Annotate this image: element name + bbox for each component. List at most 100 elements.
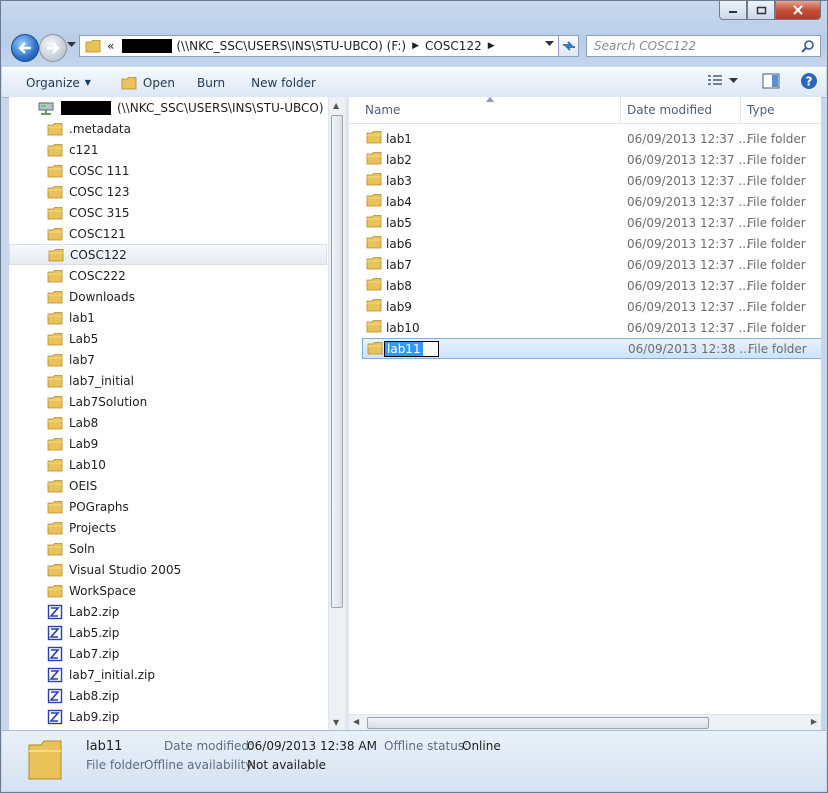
details-date-label: Date modified: — [164, 739, 254, 753]
recent-pages-dropdown-icon[interactable] — [67, 42, 76, 48]
view-options-dropdown-icon[interactable] — [729, 78, 738, 84]
tree-drive[interactable]: (\\NKC_SSC\USERS\INS\STU-UBCO) (F:) — [37, 97, 345, 118]
minimize-button[interactable] — [719, 1, 747, 20]
maximize-button[interactable] — [747, 1, 775, 20]
tree-item[interactable]: Visual Studio 2005 — [9, 559, 327, 580]
tree-item[interactable]: lab7_initial — [9, 370, 327, 391]
scroll-left-icon[interactable]: ◀ — [353, 717, 359, 726]
tree-item[interactable]: COSC222 — [9, 265, 327, 286]
column-date-modified[interactable]: Date modified — [621, 97, 741, 123]
file-row[interactable]: lab5 06/09/2013 12:37 ... File folder — [362, 212, 821, 233]
breadcrumb-drive[interactable]: (\\NKC_SSC\USERS\INS\STU-UBCO) (F:) — [176, 39, 406, 53]
folder-icon — [47, 395, 63, 409]
caption-buttons — [719, 1, 821, 21]
tree-item[interactable]: POGraphs — [9, 496, 327, 517]
refresh-button[interactable] — [559, 35, 579, 57]
tree-item[interactable]: OEIS — [9, 475, 327, 496]
breadcrumb-arrow-icon[interactable]: ▶ — [488, 41, 495, 51]
tree-item[interactable]: Lab7.zip — [9, 643, 327, 664]
details-kind: File folder — [86, 758, 145, 772]
tree-item[interactable]: .metadata — [9, 118, 327, 139]
file-row[interactable]: lab2 06/09/2013 12:37 ... File folder — [362, 149, 821, 170]
file-row[interactable]: lab4 06/09/2013 12:37 ... File folder — [362, 191, 821, 212]
scroll-down-icon[interactable]: ▼ — [333, 718, 339, 727]
view-details-icon[interactable] — [707, 74, 723, 88]
search-icon[interactable] — [801, 39, 815, 53]
new-folder-button[interactable]: New folder — [233, 68, 324, 97]
navpane-scrollbar[interactable]: ▲ ▼ — [328, 97, 345, 731]
open-button[interactable]: Open — [99, 68, 183, 97]
folder-icon — [47, 332, 63, 346]
file-row[interactable]: lab8 06/09/2013 12:37 ... File folder — [362, 275, 821, 296]
close-button[interactable] — [775, 1, 821, 20]
filelist-horizontal-scrollbar[interactable]: ◀ ▶ — [349, 714, 821, 731]
tree-item[interactable]: Soln — [9, 538, 327, 559]
tree-item-label: .metadata — [69, 121, 131, 136]
maximize-icon — [756, 6, 766, 14]
file-date-modified: 06/09/2013 12:37 ... — [627, 257, 750, 272]
tree-item[interactable]: Lab9.zip — [9, 706, 327, 727]
scrollbar-thumb[interactable] — [331, 115, 343, 608]
scroll-right-icon[interactable]: ▶ — [811, 717, 817, 726]
file-row[interactable]: lab9 06/09/2013 12:37 ... File folder — [362, 296, 821, 317]
forward-button[interactable] — [39, 34, 67, 62]
preview-pane-icon[interactable] — [762, 73, 780, 89]
breadcrumb-arrow-icon[interactable]: ▶ — [412, 41, 419, 51]
minimize-icon — [729, 11, 737, 13]
file-row[interactable]: lab7 06/09/2013 12:37 ... File folder — [362, 254, 821, 275]
rename-input[interactable]: lab11 — [384, 341, 439, 357]
tree-item[interactable]: COSC 111 — [9, 160, 327, 181]
scrollbar-thumb[interactable] — [367, 717, 709, 729]
address-bar[interactable]: « (\\NKC_SSC\USERS\INS\STU-UBCO) (F:) ▶ … — [79, 35, 559, 57]
file-name: lab4 — [386, 194, 412, 209]
file-date-modified: 06/09/2013 12:37 ... — [627, 152, 750, 167]
file-row[interactable]: lab11 06/09/2013 12:38 ... File folder — [362, 338, 821, 359]
tree-item[interactable]: COSC 123 — [9, 181, 327, 202]
breadcrumb-overflow[interactable]: « — [107, 39, 114, 53]
folder-icon — [366, 214, 382, 231]
back-button[interactable] — [11, 34, 39, 62]
tree-item[interactable]: Lab8.zip — [9, 685, 327, 706]
folder-icon — [366, 319, 382, 336]
tree-item[interactable]: Lab9 — [9, 433, 327, 454]
tree-item[interactable]: Lab7Solution — [9, 391, 327, 412]
tree-item[interactable]: COSC121 — [9, 223, 327, 244]
file-type: File folder — [747, 236, 806, 251]
tree-item[interactable]: lab7_initial.zip — [9, 664, 327, 685]
tree-item[interactable]: Projects — [9, 517, 327, 538]
search-input[interactable]: Search COSC122 — [594, 39, 801, 53]
tree-item[interactable]: Lab2.zip — [9, 601, 327, 622]
folder-icon — [366, 172, 382, 189]
tree-item[interactable]: Lab5 — [9, 328, 327, 349]
tree-item-label: Lab9 — [69, 436, 99, 451]
help-icon[interactable]: ? — [800, 72, 818, 90]
tree-item[interactable]: WorkSpace — [9, 580, 327, 601]
tree-item[interactable]: Lab10 — [9, 454, 327, 475]
tree-item[interactable]: COSC 315 — [9, 202, 327, 223]
burn-button[interactable]: Burn — [183, 68, 233, 97]
file-row[interactable]: lab1 06/09/2013 12:37 ... File folder — [362, 128, 821, 149]
file-type: File folder — [747, 152, 806, 167]
svg-text:?: ? — [806, 75, 813, 89]
folder-icon — [47, 227, 63, 241]
tree-item[interactable]: Lab5.zip — [9, 622, 327, 643]
tree-item[interactable]: Lab8 — [9, 412, 327, 433]
folder-icon — [47, 206, 63, 220]
tree-item[interactable]: lab1 — [9, 307, 327, 328]
tree-item[interactable]: c121 — [9, 139, 327, 160]
organize-button[interactable]: Organize ▼ — [2, 68, 99, 97]
tree-item[interactable]: lab7 — [9, 349, 327, 370]
search-box[interactable]: Search COSC122 — [586, 35, 821, 57]
file-row[interactable]: lab10 06/09/2013 12:37 ... File folder — [362, 317, 821, 338]
file-type: File folder — [747, 278, 806, 293]
tree-item[interactable]: Downloads — [9, 286, 327, 307]
file-type: File folder — [747, 299, 806, 314]
breadcrumb-current[interactable]: COSC122 — [425, 39, 482, 53]
tree-item[interactable]: COSC122 — [9, 244, 327, 265]
tree-item-label: COSC121 — [69, 226, 126, 241]
scroll-up-icon[interactable]: ▲ — [333, 101, 339, 110]
column-type[interactable]: Type — [741, 97, 821, 123]
file-row[interactable]: lab6 06/09/2013 12:37 ... File folder — [362, 233, 821, 254]
file-row[interactable]: lab3 06/09/2013 12:37 ... File folder — [362, 170, 821, 191]
address-dropdown-icon[interactable] — [545, 41, 554, 47]
